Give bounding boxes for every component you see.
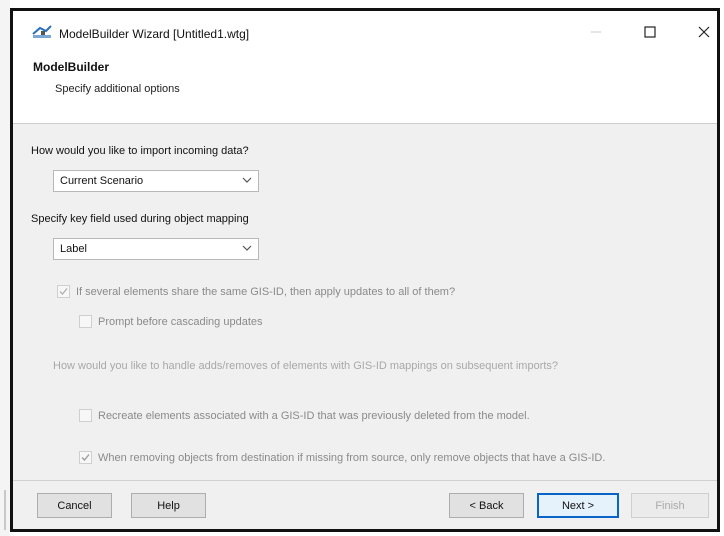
prompt-option[interactable]: Prompt before cascading updates: [79, 315, 263, 328]
check-icon: [59, 288, 68, 295]
close-icon[interactable]: [693, 21, 715, 43]
gutter-divider: [4, 490, 6, 530]
options-panel: How would you like to import incoming da…: [13, 124, 717, 480]
apply-all-option[interactable]: If several elements share the same GIS-I…: [57, 285, 455, 298]
chevron-down-icon: [242, 177, 252, 183]
adds-removes-question: How would you like to handle adds/remove…: [53, 360, 559, 372]
chevron-down-icon: [242, 245, 252, 251]
cancel-button[interactable]: Cancel: [37, 493, 112, 518]
remove-option[interactable]: When removing objects from destination i…: [79, 451, 605, 464]
check-icon: [81, 454, 90, 461]
import-mode-select[interactable]: Current Scenario: [53, 170, 259, 192]
prompt-label: Prompt before cascading updates: [98, 315, 263, 328]
recreate-checkbox[interactable]: [79, 409, 92, 422]
remove-checkbox[interactable]: [79, 451, 92, 464]
import-question-label: How would you like to import incoming da…: [31, 145, 249, 157]
recreate-option[interactable]: Recreate elements associated with a GIS-…: [79, 409, 530, 422]
finish-button[interactable]: Finish: [631, 493, 709, 518]
keyfield-select[interactable]: Label: [53, 238, 259, 260]
prompt-checkbox[interactable]: [79, 315, 92, 328]
title-bar[interactable]: ModelBuilder Wizard [Untitled1.wtg]: [13, 11, 717, 51]
recreate-label: Recreate elements associated with a GIS-…: [98, 409, 530, 422]
page-subtitle: Specify additional options: [55, 83, 180, 95]
maximize-icon[interactable]: [639, 21, 661, 43]
wizard-footer: Cancel Help < Back Next > Finish: [13, 481, 717, 529]
wizard-window: ModelBuilder Wizard [Untitled1.wtg] Mode…: [10, 8, 720, 532]
next-button[interactable]: Next >: [537, 493, 619, 518]
apply-all-checkbox[interactable]: [57, 285, 70, 298]
remove-label: When removing objects from destination i…: [98, 451, 606, 464]
window-title: ModelBuilder Wizard [Untitled1.wtg]: [59, 27, 250, 41]
apply-all-label: If several elements share the same GIS-I…: [76, 285, 456, 298]
help-button[interactable]: Help: [131, 493, 206, 518]
back-button[interactable]: < Back: [449, 493, 524, 518]
modelbuilder-app-icon: [32, 25, 52, 38]
keyfield-value: Label: [60, 243, 87, 255]
left-gutter: [0, 0, 10, 536]
minimize-icon[interactable]: [585, 21, 607, 43]
import-mode-value: Current Scenario: [60, 175, 144, 187]
page-title: ModelBuilder: [33, 60, 110, 74]
keyfield-question-label: Specify key field used during object map…: [31, 213, 249, 225]
